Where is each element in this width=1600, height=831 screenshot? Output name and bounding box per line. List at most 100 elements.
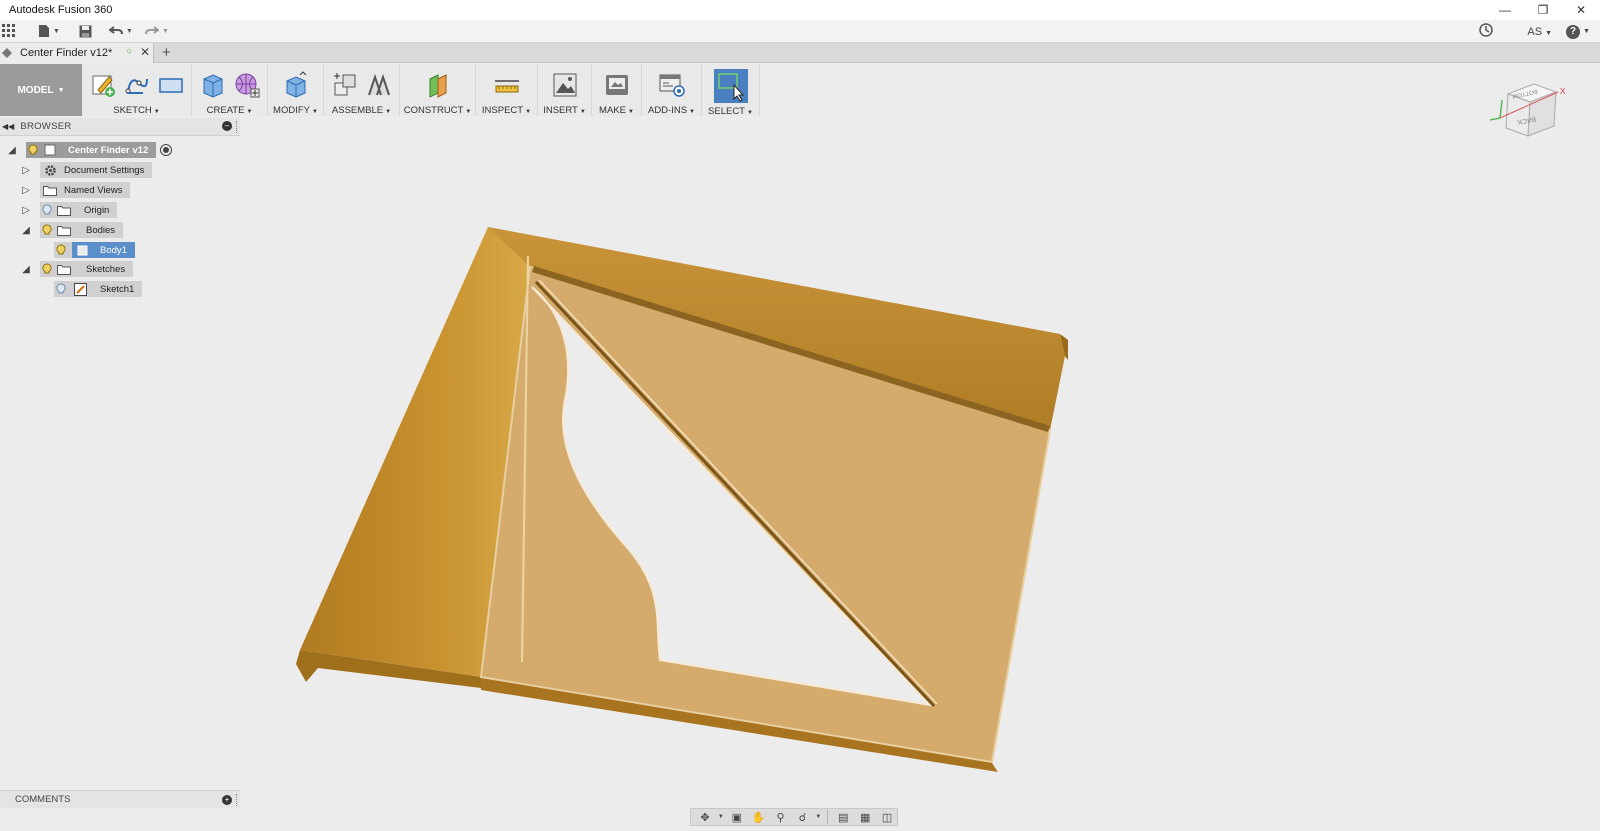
tree-row-document-settings[interactable]: ▷ Document Settings [20, 161, 153, 179]
tree-row-bodies[interactable]: ◢ Bodies [20, 221, 124, 239]
node-label: Named Views [64, 184, 123, 196]
create-group[interactable]: CREATE ▼ [192, 64, 268, 116]
tree-row-sketches[interactable]: ◢ Sketches [20, 260, 134, 278]
collapsed-arrow-icon[interactable]: ▷ [20, 204, 32, 216]
browser-node-sketch1[interactable]: Sketch1 [54, 281, 143, 297]
data-panel-grid-icon[interactable] [0, 20, 18, 43]
visibility-bulb-icon[interactable] [54, 243, 68, 257]
file-menu-icon[interactable]: ▼ [32, 20, 66, 43]
insert-group[interactable]: INSERT ▼ [538, 64, 592, 116]
group-label-addins: ADD-INS [647, 105, 688, 116]
fit-zoom-icon[interactable]: ☌ [793, 809, 813, 825]
browser-minimize-icon[interactable]: – [222, 121, 232, 131]
save-icon[interactable] [74, 20, 96, 43]
select-group[interactable]: SELECT ▼ [702, 64, 760, 117]
tab-label: Center Finder v12* [20, 47, 113, 59]
center-finder-model[interactable] [240, 118, 1600, 808]
visibility-bulb-icon[interactable] [40, 262, 54, 276]
press-pull-icon[interactable] [282, 70, 310, 99]
viewports-icon[interactable]: ◫ [877, 809, 897, 825]
redo-icon[interactable]: ▼ [142, 20, 172, 43]
create-sketch-icon[interactable] [89, 71, 117, 99]
browser-node-sketches[interactable]: Sketches [40, 261, 134, 277]
close-tab-icon[interactable]: ✕ [140, 45, 150, 59]
browser-root-node[interactable]: Center Finder v12 [26, 142, 157, 158]
comments-title: COMMENTS [15, 794, 71, 805]
new-component-icon[interactable] [331, 71, 359, 99]
comments-panel[interactable]: COMMENTS + [0, 790, 240, 808]
tab-center-finder[interactable]: Center Finder v12* ○ ✕ [0, 43, 154, 63]
browser-node-document-settings[interactable]: Document Settings [40, 162, 153, 178]
select-cursor-icon[interactable] [713, 69, 748, 103]
visibility-bulb-off-icon[interactable] [54, 282, 68, 296]
expanded-arrow-icon[interactable]: ◢ [6, 144, 18, 156]
activate-radio-icon[interactable] [160, 144, 173, 156]
modify-group[interactable]: MODIFY ▼ [268, 64, 324, 116]
browser-panel-header[interactable]: ◀◀ BROWSER – [0, 118, 240, 136]
close-icon[interactable]: ✕ [1562, 0, 1600, 20]
panel-grip[interactable] [236, 794, 238, 806]
spline-icon[interactable] [123, 71, 151, 99]
3d-viewport[interactable] [240, 118, 1600, 808]
3d-print-icon[interactable] [603, 71, 631, 99]
new-tab-button[interactable]: + [162, 44, 171, 61]
offset-plane-icon[interactable] [424, 71, 452, 99]
orbit-icon[interactable]: ✥ [695, 809, 715, 825]
addins-group[interactable]: ADD-INS ▼ [642, 64, 702, 116]
sketch-group[interactable]: SKETCH ▼ [82, 64, 192, 116]
help-icon[interactable]: ? ▼ [1566, 24, 1590, 39]
visibility-bulb-off-icon[interactable] [40, 203, 54, 217]
tree-row-body1[interactable]: Body1 [54, 241, 135, 259]
workspace-label: MODEL [17, 84, 54, 96]
expanded-arrow-icon[interactable]: ◢ [20, 224, 32, 236]
minimize-icon[interactable]: — [1486, 0, 1524, 20]
user-menu[interactable]: AS ▼ [1527, 26, 1552, 38]
browser-node-bodies[interactable]: Bodies [40, 222, 124, 238]
view-cube[interactable]: BOTTOM BACK X [1478, 80, 1578, 152]
panel-grip[interactable] [236, 121, 238, 133]
orbit-dropdown-icon[interactable]: ▼ [717, 809, 725, 825]
browser-node-origin[interactable]: Origin [40, 202, 118, 218]
collapse-browser-icon[interactable]: ◀◀ [2, 122, 14, 131]
make-group[interactable]: MAKE ▼ [592, 64, 642, 116]
zoom-dropdown-icon[interactable]: ▼ [814, 809, 822, 825]
assemble-group[interactable]: ASSEMBLE ▼ [324, 64, 400, 116]
body-icon [74, 243, 90, 257]
browser-title: BROWSER [20, 121, 72, 132]
restore-icon[interactable]: ❐ [1524, 0, 1562, 20]
tree-row-named-views[interactable]: ▷ Named Views [20, 181, 131, 199]
browser-node-body1[interactable]: Body1 [54, 242, 135, 258]
visibility-bulb-icon[interactable] [40, 223, 54, 237]
measure-icon[interactable] [493, 71, 521, 99]
insert-image-icon[interactable] [551, 71, 579, 99]
browser-node-named-views[interactable]: Named Views [40, 182, 131, 198]
node-label: Bodies [86, 224, 116, 236]
grid-settings-icon[interactable]: ▦ [855, 809, 875, 825]
rectangle-icon[interactable] [157, 71, 185, 99]
tree-row-origin[interactable]: ▷ Origin [20, 201, 118, 219]
workspace-switcher[interactable]: MODEL ▼ [0, 64, 82, 116]
collapsed-arrow-icon[interactable]: ▷ [20, 164, 32, 176]
zoom-icon[interactable]: ⚲ [771, 809, 791, 825]
job-status-icon[interactable] [1479, 23, 1494, 40]
document-node-icon [42, 143, 58, 157]
display-settings-icon[interactable]: ▤ [833, 809, 853, 825]
add-comment-icon[interactable]: + [222, 795, 232, 805]
folder-icon [56, 262, 72, 276]
tree-row-sketch1[interactable]: Sketch1 [54, 280, 143, 298]
pan-hand-icon[interactable]: ✋ [749, 809, 769, 825]
expanded-arrow-icon[interactable]: ◢ [20, 263, 32, 275]
form-sphere-icon[interactable] [233, 71, 261, 99]
look-at-icon[interactable]: ▣ [727, 809, 747, 825]
undo-icon[interactable]: ▼ [106, 20, 136, 43]
body1-selected-label[interactable]: Body1 [72, 242, 135, 258]
joint-icon[interactable] [365, 71, 393, 99]
construct-group[interactable]: CONSTRUCT ▼ [400, 64, 476, 116]
scripts-addins-icon[interactable] [658, 71, 686, 99]
extrude-box-icon[interactable] [199, 71, 227, 99]
tree-row-root[interactable]: ◢ Center Finder v12 [6, 141, 173, 159]
collapsed-arrow-icon[interactable]: ▷ [20, 184, 32, 196]
inspect-group[interactable]: INSPECT ▼ [476, 64, 538, 116]
group-label-insert: INSERT [543, 105, 578, 116]
visibility-bulb-icon[interactable] [26, 143, 40, 157]
